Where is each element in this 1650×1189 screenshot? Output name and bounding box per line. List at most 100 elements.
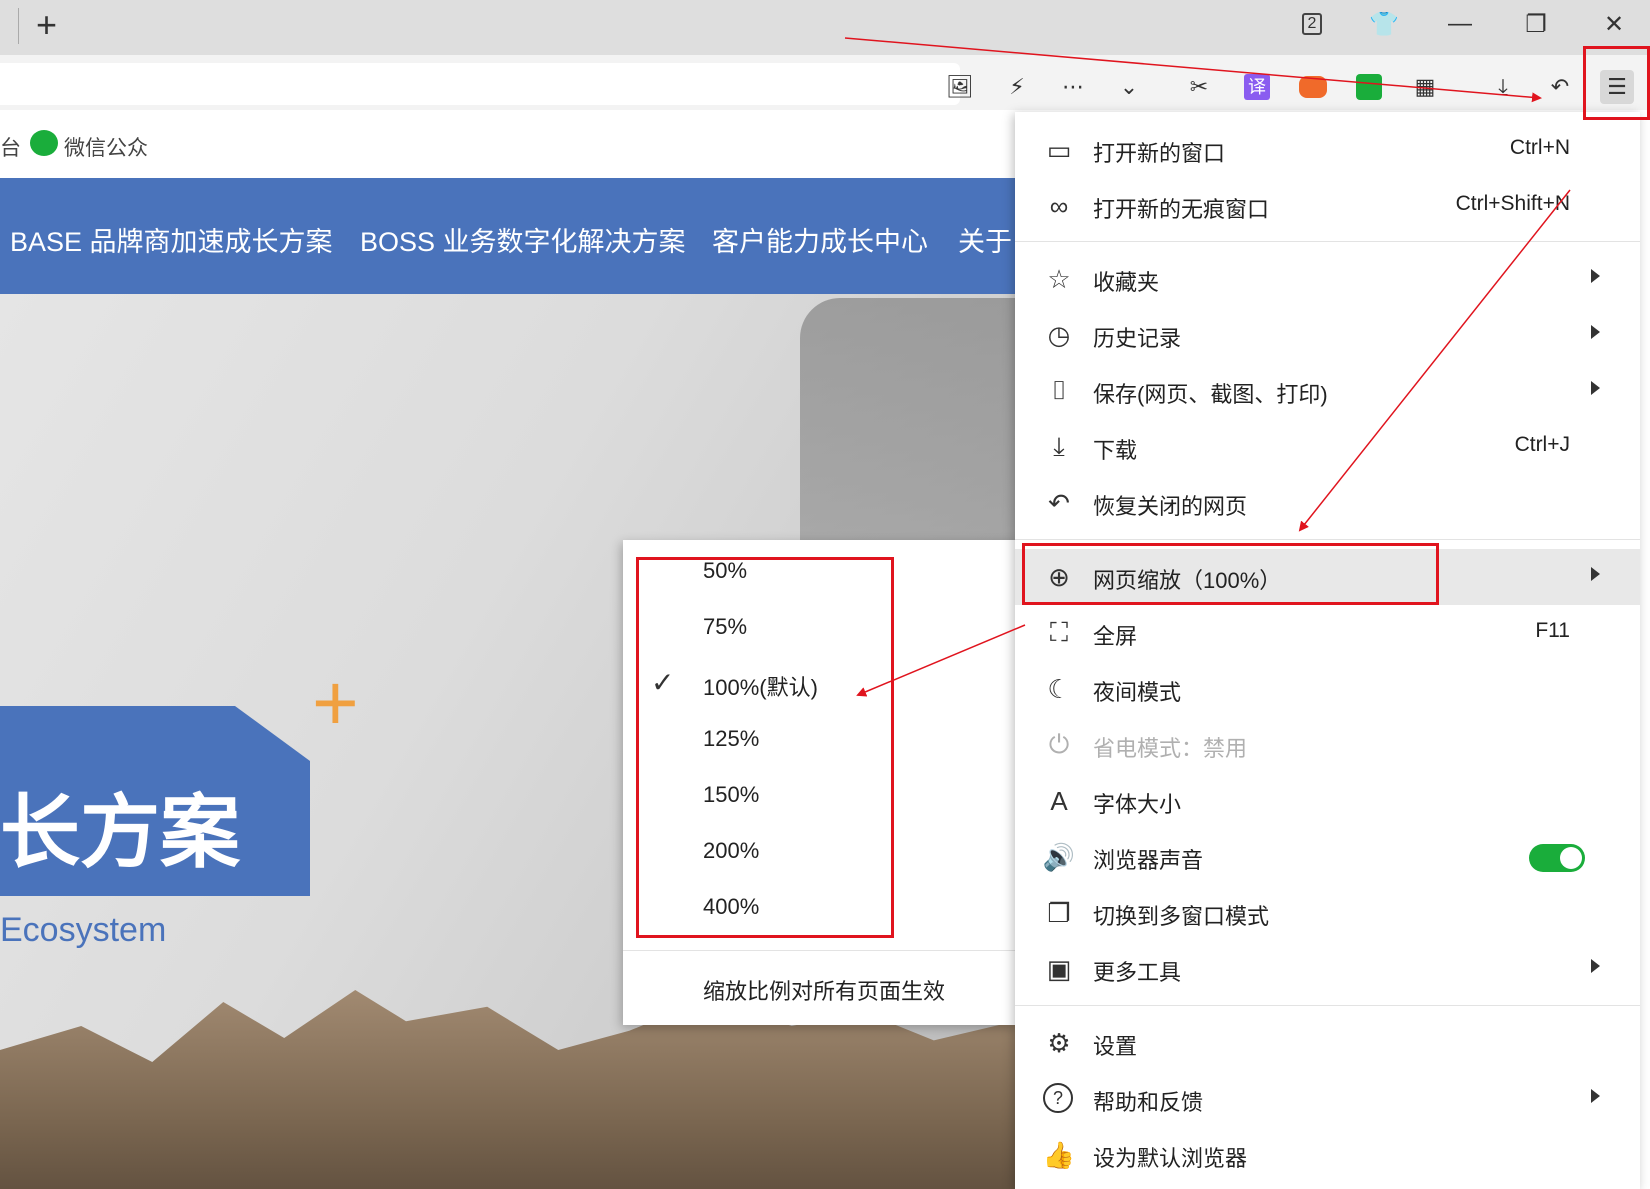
menu-item-night-mode[interactable]: ☾ 夜间模式: [1015, 661, 1640, 717]
menu-item-label: 恢复关闭的网页: [1093, 494, 1248, 519]
menu-separator: [1015, 539, 1640, 540]
apps-icon[interactable]: ▦: [1408, 70, 1442, 104]
menu-item-font-size[interactable]: A 字体大小: [1015, 773, 1640, 829]
nav-item-boss[interactable]: BOSS 业务数字化解决方案: [360, 220, 686, 259]
undo-icon[interactable]: ↶: [1543, 70, 1577, 104]
sound-icon: 🔊: [1042, 841, 1076, 872]
bookmarks-bar: 台 微信公众: [0, 110, 1015, 179]
game-glyph: [1299, 76, 1327, 98]
menu-item-label: 打开新的无痕窗口: [1093, 197, 1270, 222]
menu-item-help[interactable]: ? 帮助和反馈: [1015, 1071, 1640, 1127]
game-icon[interactable]: [1296, 70, 1330, 104]
zoom-apply-all[interactable]: 缩放比例对所有页面生效: [623, 962, 1018, 1012]
menu-item-more-tools[interactable]: ▣ 更多工具: [1015, 941, 1640, 997]
tab-count-button[interactable]: 2: [1290, 4, 1334, 44]
font-size-icon: A: [1050, 785, 1068, 816]
chevron-down-icon[interactable]: ⌄: [1112, 70, 1146, 104]
tab-count-icon: 2: [1301, 13, 1323, 35]
submenu-separator: [623, 950, 1018, 951]
wallet-glyph: [1356, 74, 1382, 100]
multi-window-icon: ❐: [1047, 897, 1071, 928]
power-save-icon: ⏻: [1048, 729, 1070, 759]
bookmark-wechat[interactable]: 微信公众: [64, 132, 148, 162]
submenu-arrow-icon: [1591, 1089, 1600, 1103]
address-bar[interactable]: [0, 63, 960, 105]
skin-button[interactable]: 👕: [1362, 4, 1406, 44]
menu-item-restore-closed[interactable]: ↶ 恢复关闭的网页: [1015, 475, 1640, 531]
close-window-button[interactable]: ✕: [1592, 4, 1636, 44]
sound-toggle[interactable]: [1529, 844, 1585, 872]
more-icon[interactable]: ⋯: [1056, 70, 1090, 104]
restore-window-button[interactable]: ❐: [1514, 4, 1558, 44]
translate-glyph: 译: [1244, 74, 1270, 100]
submenu-arrow-icon: [1591, 959, 1600, 973]
download-icon: ⤓: [1053, 431, 1065, 461]
wallet-icon[interactable]: [1352, 70, 1386, 104]
restore-icon: ↶: [1048, 487, 1070, 518]
shirt-icon: 👕: [1369, 10, 1399, 38]
annotation-box-zoom-options: [636, 557, 894, 938]
menu-item-label: 下载: [1093, 438, 1138, 463]
menu-item-label: 更多工具: [1093, 960, 1182, 985]
submenu-arrow-icon: [1591, 325, 1600, 339]
submenu-arrow-icon: [1591, 381, 1600, 395]
menu-item-settings[interactable]: ⚙ 设置: [1015, 1015, 1640, 1071]
hero-subtitle: Ecosystem: [0, 911, 167, 949]
hero-title: 长方案: [0, 788, 240, 877]
menu-separator: [1015, 1005, 1640, 1006]
menu-item-multi-window[interactable]: ❐ 切换到多窗口模式: [1015, 885, 1640, 941]
download-icon[interactable]: ⤓: [1486, 70, 1520, 104]
nav-item-customer-center[interactable]: 客户能力成长中心: [712, 220, 928, 259]
menu-item-label: 设置: [1093, 1034, 1138, 1059]
translate-icon[interactable]: 译: [1240, 70, 1274, 104]
menu-item-label: 打开新的窗口: [1093, 141, 1226, 166]
tab-bar: + 2 👕 — ❐ ✕: [0, 0, 1650, 55]
annotation-box-zoom-item: [1022, 543, 1439, 605]
menu-item-history[interactable]: ◷ 历史记录: [1015, 307, 1640, 363]
nav-item-about[interactable]: 关于: [958, 220, 1012, 259]
nav-item-base[interactable]: BASE 品牌商加速成长方案: [10, 220, 333, 259]
settings-icon: ⚙: [1047, 1027, 1071, 1058]
browser-main-menu: ▭ 打开新的窗口 Ctrl+N ∞ 打开新的无痕窗口 Ctrl+Shift+N …: [1015, 112, 1640, 1189]
submenu-arrow-icon: [1591, 269, 1600, 283]
menu-item-default-browser[interactable]: 👍 设为默认浏览器: [1015, 1127, 1640, 1183]
menu-item-favorites[interactable]: ☆ 收藏夹: [1015, 251, 1640, 307]
menu-item-shortcut: Ctrl+J: [1514, 433, 1570, 456]
menu-item-label: 夜间模式: [1093, 680, 1182, 705]
menu-item-label: 切换到多窗口模式: [1093, 904, 1270, 929]
menu-item-label: 设为默认浏览器: [1093, 1146, 1248, 1171]
restore-window-icon: ❐: [1525, 10, 1547, 38]
site-nav: BASE 品牌商加速成长方案 BOSS 业务数字化解决方案 客户能力成长中心 关…: [0, 178, 1015, 294]
menu-item-incognito[interactable]: ∞ 打开新的无痕窗口 Ctrl+Shift+N: [1015, 178, 1640, 234]
zoom-apply-all-label: 缩放比例对所有页面生效: [703, 979, 946, 1004]
window-icon: ▭: [1046, 134, 1072, 165]
menu-item-new-window[interactable]: ▭ 打开新的窗口 Ctrl+N: [1015, 122, 1640, 178]
menu-item-fullscreen[interactable]: ⛶ 全屏 F11: [1015, 605, 1640, 661]
annotation-box-menu-button: [1583, 46, 1650, 120]
menu-item-label: 收藏夹: [1093, 270, 1160, 295]
help-icon: ?: [1043, 1083, 1073, 1113]
bookmark-partial[interactable]: 台: [0, 132, 21, 162]
menu-item-shortcut: Ctrl+N: [1509, 136, 1570, 159]
lightning-icon[interactable]: ⚡: [1000, 70, 1034, 104]
menu-item-label: 帮助和反馈: [1093, 1090, 1204, 1115]
scissors-icon[interactable]: ✂: [1182, 70, 1216, 104]
new-tab-button[interactable]: +: [36, 4, 57, 46]
menu-item-downloads[interactable]: ⤓ 下载 Ctrl+J: [1015, 419, 1640, 475]
menu-item-label: 浏览器声音: [1093, 848, 1204, 873]
plus-decoration: +: [312, 658, 359, 747]
tab-divider: [18, 8, 19, 44]
menu-item-browser-sound[interactable]: 🔊 浏览器声音: [1015, 829, 1640, 885]
incognito-icon: ∞: [1049, 190, 1069, 221]
menu-item-label: 字体大小: [1093, 792, 1182, 817]
menu-item-label: 历史记录: [1093, 326, 1182, 351]
image-icon[interactable]: 🖼: [943, 70, 977, 104]
menu-separator: [1015, 241, 1640, 242]
minimize-icon: —: [1448, 10, 1472, 37]
favorites-icon: ☆: [1047, 263, 1071, 294]
wechat-icon: [30, 130, 58, 156]
menu-item-label: 全屏: [1093, 624, 1138, 649]
fullscreen-icon: ⛶: [1049, 617, 1069, 647]
minimize-button[interactable]: —: [1438, 4, 1482, 44]
menu-item-save[interactable]: ⌷ 保存(网页、截图、打印): [1015, 363, 1640, 419]
